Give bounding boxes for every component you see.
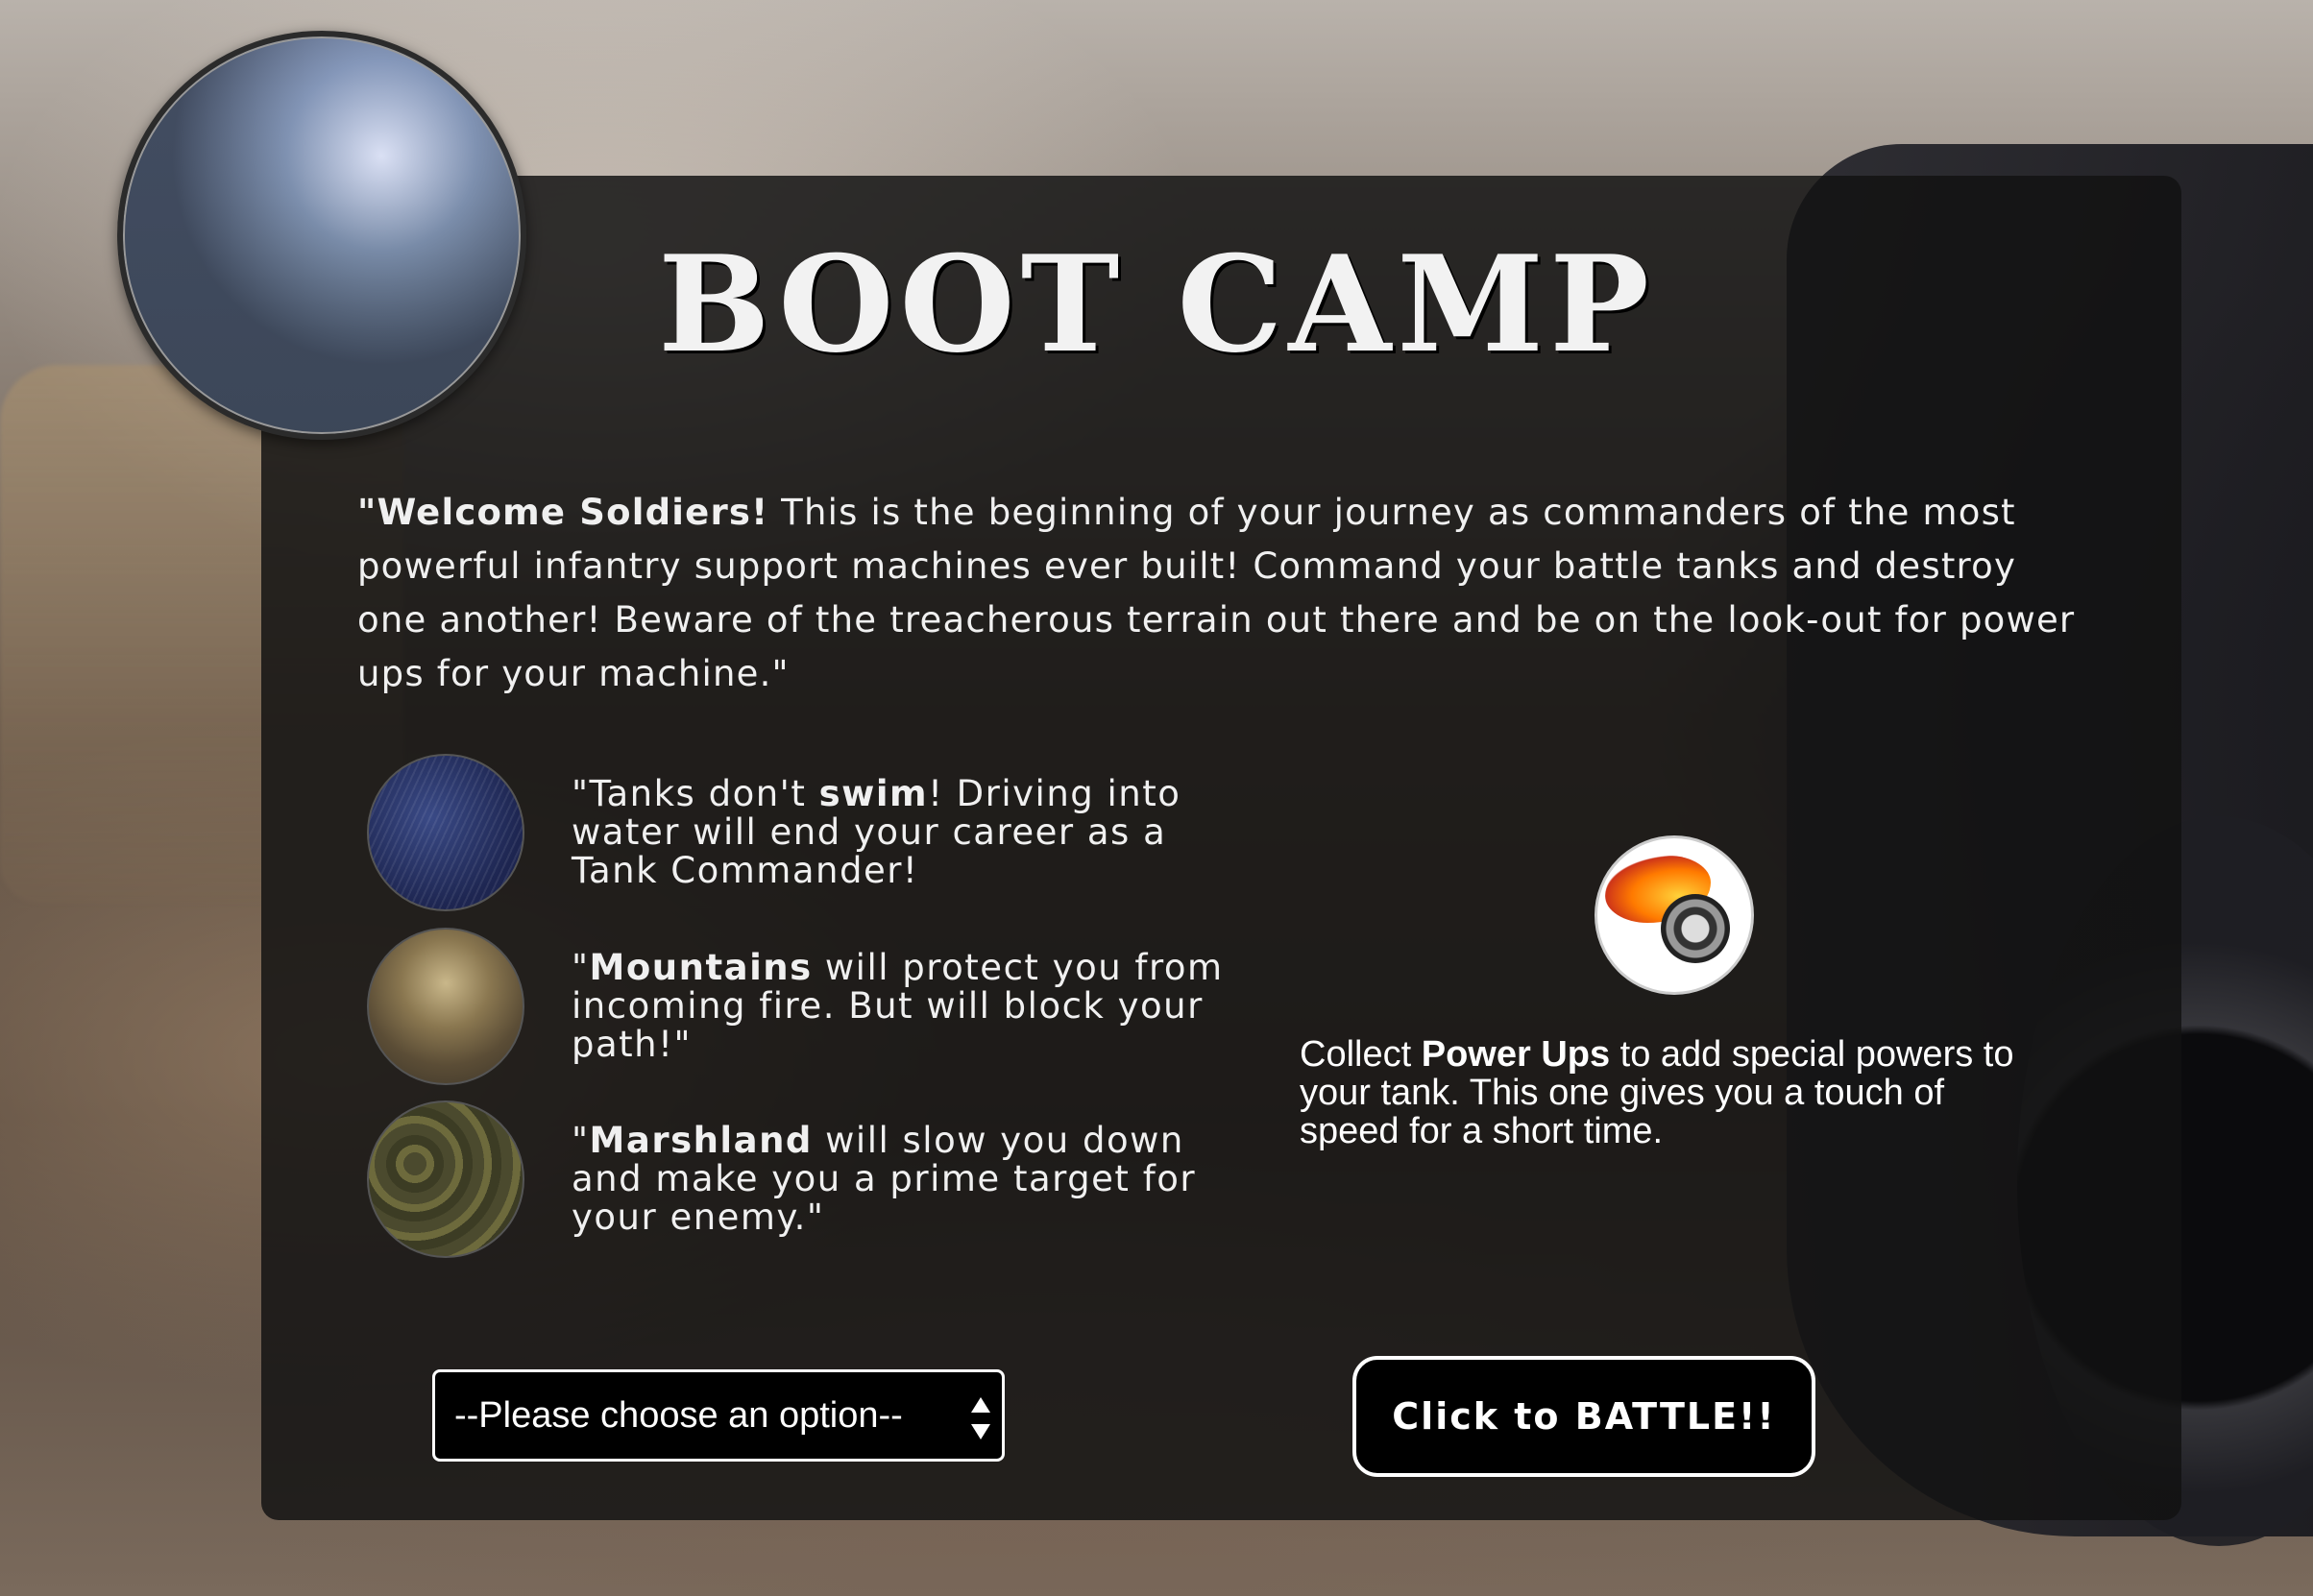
- mountain-terrain-icon: [367, 928, 524, 1085]
- option-select-value: --Please choose an option--: [454, 1395, 903, 1436]
- tip-water: "Tanks don't swim! Driving into water wi…: [367, 754, 1231, 912]
- tip-text-part: "Tanks don't: [572, 773, 819, 814]
- intro-text: "Welcome Soldiers! This is the beginning…: [357, 486, 2086, 701]
- option-select[interactable]: --Please choose an option--: [432, 1369, 1005, 1462]
- tip-mountain-text: "Mountains will protect you from incomin…: [572, 949, 1225, 1064]
- tip-mountain: "Mountains will protect you from incomin…: [367, 928, 1231, 1086]
- page-title: BOOT CAMP: [658, 226, 1655, 382]
- select-arrows-icon: [969, 1397, 992, 1439]
- tip-keyword: Marshland: [589, 1120, 813, 1161]
- tip-keyword: Mountains: [589, 947, 813, 988]
- powerup-keyword: Power Ups: [1421, 1034, 1611, 1075]
- intro-lead: "Welcome Soldiers!: [357, 492, 769, 533]
- tip-marsh-text: "Marshland will slow you down and make y…: [572, 1122, 1225, 1237]
- powerup-description: Collect Power Ups to add special powers …: [1300, 1035, 2049, 1150]
- flaming-wheel-icon: [1595, 835, 1754, 995]
- water-terrain-icon: [367, 754, 524, 911]
- wheel-shape: [1661, 894, 1730, 963]
- tip-text-part: ": [572, 1120, 590, 1161]
- tip-water-text: "Tanks don't swim! Driving into water wi…: [572, 775, 1225, 890]
- tip-keyword: swim: [818, 773, 929, 814]
- powerup-text-part: Collect: [1300, 1034, 1422, 1075]
- tip-marsh: "Marshland will slow you down and make y…: [367, 1100, 1231, 1259]
- tip-text-part: ": [572, 947, 590, 988]
- battle-button[interactable]: Click to BATTLE!!: [1352, 1356, 1815, 1477]
- marsh-terrain-icon: [367, 1100, 524, 1258]
